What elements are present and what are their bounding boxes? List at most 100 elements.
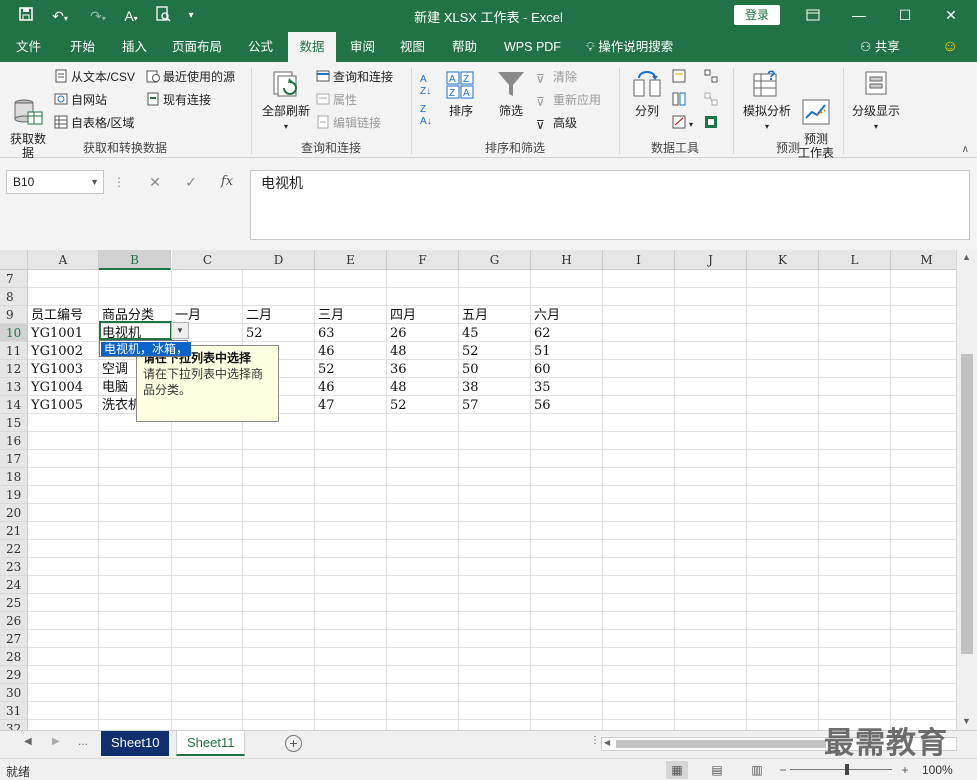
normal-view-icon[interactable]: ▦ [666, 761, 688, 779]
prev-sheet-icon[interactable]: ◀ [24, 736, 32, 747]
enter-icon[interactable]: ✓ [180, 172, 202, 192]
tab-home[interactable]: 开始 [66, 32, 99, 62]
zoom-level[interactable]: 100% [922, 763, 953, 777]
tab-file[interactable]: 文件 [12, 32, 45, 62]
row-header-14[interactable]: 14 [0, 396, 28, 414]
sort-ascending-button[interactable]: A Z↓ [420, 74, 431, 97]
from-web-button[interactable]: 自网站 [54, 90, 107, 110]
existing-connections-button[interactable]: 现有连接 [146, 90, 211, 110]
row-header-9[interactable]: 9 [0, 306, 28, 324]
insert-function-icon[interactable]: fx [216, 172, 238, 192]
cancel-icon[interactable]: ✕ [144, 172, 166, 192]
column-header-h[interactable]: H [531, 250, 603, 270]
text-to-columns-button[interactable]: 分列 [628, 68, 666, 118]
redo-icon[interactable]: ↷▾ [84, 6, 112, 26]
row-header-12[interactable]: 12 [0, 360, 28, 378]
cell-e14[interactable]: 47 [315, 396, 387, 414]
minimize-icon[interactable]: — [836, 0, 882, 32]
filter-button[interactable]: 筛选 [494, 68, 528, 118]
row-header-8[interactable]: 8 [0, 288, 28, 306]
what-if-analysis-button[interactable]: ? 模拟分析 ▾ [740, 67, 794, 134]
cell-g10[interactable]: 45 [459, 324, 531, 342]
row-header-10[interactable]: 10 [0, 324, 28, 342]
cell-f10[interactable]: 26 [387, 324, 459, 342]
share-button[interactable]: ⚇ 共享 [856, 32, 904, 62]
cell-e9[interactable]: 三月 [315, 306, 387, 324]
tell-me-search[interactable]: 💡︎ 操作说明搜索 [582, 32, 677, 62]
relationships-button[interactable] [704, 90, 721, 110]
vertical-scrollbar[interactable]: ▲ ▼ [956, 250, 977, 730]
cell-f9[interactable]: 四月 [387, 306, 459, 324]
add-sheet-icon[interactable]: + [285, 735, 302, 752]
outline-button[interactable]: 分级显示 ▾ [848, 68, 904, 134]
cell-d10[interactable]: 52 [243, 324, 315, 342]
queries-connections-button[interactable]: 查询和连接 [316, 67, 393, 87]
tab-review[interactable]: 审阅 [346, 32, 379, 62]
cell-a9[interactable]: 员工编号 [28, 306, 100, 324]
column-header-g[interactable]: G [459, 250, 531, 270]
vertical-scroll-thumb[interactable] [961, 354, 973, 654]
column-header-d[interactable]: D [243, 250, 315, 270]
formula-input[interactable]: 电视机 [250, 170, 970, 240]
scroll-up-icon[interactable]: ▲ [962, 252, 971, 262]
from-table-button[interactable]: 自表格/区域 [54, 113, 134, 133]
cell-e13[interactable]: 46 [315, 378, 387, 396]
row-header-17[interactable]: 17 [0, 450, 28, 468]
close-icon[interactable]: ✕ [928, 0, 974, 32]
worksheet-grid[interactable]: ABCDEFGHIJKLM 7 8 9 10 11 12 13 14 15 16 17 18 19 20 2… [0, 250, 956, 730]
tab-view[interactable]: 视图 [396, 32, 429, 62]
consolidate-button[interactable] [704, 67, 721, 87]
collapse-ribbon-icon[interactable]: ∧ [962, 144, 969, 155]
row-header-27[interactable]: 27 [0, 630, 28, 648]
row-header-30[interactable]: 30 [0, 684, 28, 702]
row-header-20[interactable]: 20 [0, 504, 28, 522]
format-painter-icon[interactable]: A▾ [118, 6, 144, 26]
cell-h10[interactable]: 62 [531, 324, 603, 342]
smiley-icon[interactable]: ☺ [938, 32, 962, 62]
name-box[interactable]: B10 ▼ [6, 170, 104, 194]
data-validation-button[interactable]: ▾ [672, 113, 693, 133]
row-header-21[interactable]: 21 [0, 522, 28, 540]
column-header-b[interactable]: B [99, 250, 171, 270]
cell-h14[interactable]: 56 [531, 396, 603, 414]
row-header-13[interactable]: 13 [0, 378, 28, 396]
sheet-tab-sheet10[interactable]: Sheet10 [101, 731, 170, 756]
customize-qat-icon[interactable]: ▾ [184, 6, 198, 26]
cell-e11[interactable]: 46 [315, 342, 387, 360]
cell-f11[interactable]: 48 [387, 342, 459, 360]
zoom-in-icon[interactable]: + [894, 761, 916, 779]
validation-dropdown-list[interactable]: 电视机，冰箱， [99, 340, 192, 357]
page-layout-view-icon[interactable]: ▤ [706, 761, 728, 779]
cell-a13[interactable]: YG1004 [28, 378, 100, 396]
cell-a12[interactable]: YG1003 [28, 360, 100, 378]
cell-h11[interactable]: 51 [531, 342, 603, 360]
cell-d9[interactable]: 二月 [243, 306, 315, 324]
column-header-c[interactable]: C [172, 250, 244, 270]
row-header-11[interactable]: 11 [0, 342, 28, 360]
page-break-view-icon[interactable]: ▥ [746, 761, 768, 779]
column-header-j[interactable]: J [675, 250, 747, 270]
zoom-out-icon[interactable]: − [772, 761, 794, 779]
undo-icon[interactable]: ↶▾ [46, 6, 74, 26]
cell-h13[interactable]: 35 [531, 378, 603, 396]
row-header-24[interactable]: 24 [0, 576, 28, 594]
column-header-f[interactable]: F [387, 250, 459, 270]
validation-dropdown-button[interactable]: ▼ [171, 322, 189, 339]
select-all-corner[interactable] [0, 250, 28, 270]
row-header-15[interactable]: 15 [0, 414, 28, 432]
cell-g9[interactable]: 五月 [459, 306, 531, 324]
advanced-filter-button[interactable]: ⊽ 高级 [536, 113, 577, 133]
chevron-down-icon[interactable]: ▼ [90, 171, 99, 193]
save-icon[interactable] [16, 6, 36, 26]
row-header-29[interactable]: 29 [0, 666, 28, 684]
manage-data-model-button[interactable] [704, 113, 721, 133]
properties-button[interactable]: 属性 [316, 90, 357, 110]
tab-page-layout[interactable]: 页面布局 [168, 32, 226, 62]
column-header-m[interactable]: M [891, 250, 956, 270]
cell-e12[interactable]: 52 [315, 360, 387, 378]
scroll-left-icon[interactable]: ◀ [604, 738, 610, 747]
row-header-31[interactable]: 31 [0, 702, 28, 720]
sort-descending-button[interactable]: Z A↓ [420, 104, 432, 127]
next-sheet-icon[interactable]: ▶ [52, 736, 60, 747]
column-header-i[interactable]: I [603, 250, 675, 270]
